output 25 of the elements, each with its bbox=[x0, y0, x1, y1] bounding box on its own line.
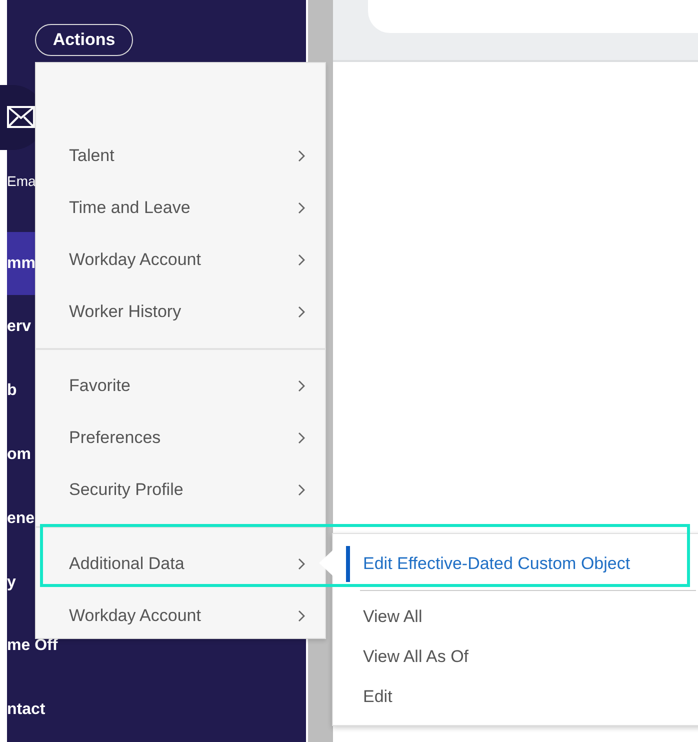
submenu-item[interactable]: View All bbox=[333, 597, 698, 637]
mail-icon[interactable] bbox=[7, 106, 35, 128]
menu-item[interactable]: Workday Account bbox=[36, 234, 325, 286]
menu-item[interactable]: Worker History bbox=[36, 286, 325, 338]
chevron-right-icon bbox=[298, 254, 305, 266]
chevron-right-icon bbox=[298, 306, 305, 318]
chevron-right-icon bbox=[298, 380, 305, 392]
menu-item[interactable]: Time and Leave bbox=[36, 182, 325, 234]
sidebar-label: Ema bbox=[7, 172, 36, 189]
chevron-right-icon bbox=[298, 150, 305, 162]
sidebar-item[interactable]: ntact bbox=[7, 678, 306, 742]
actions-button[interactable]: Actions bbox=[35, 24, 133, 56]
submenu-item[interactable]: View All As Of bbox=[333, 637, 698, 677]
submenu-item[interactable]: Edit Effective-Dated Custom Object bbox=[333, 542, 698, 586]
chevron-right-icon bbox=[298, 484, 305, 496]
chevron-right-icon bbox=[298, 610, 305, 622]
chevron-right-icon bbox=[298, 432, 305, 444]
menu-item[interactable]: Favorite bbox=[36, 360, 325, 412]
selection-bar bbox=[346, 546, 350, 582]
chevron-right-icon bbox=[298, 558, 305, 570]
menu-item[interactable]: Security Profile bbox=[36, 464, 325, 516]
menu-item[interactable]: Talent bbox=[36, 130, 325, 182]
menu-item[interactable]: Preferences bbox=[36, 412, 325, 464]
chevron-right-icon bbox=[298, 202, 305, 214]
submenu-item[interactable]: Edit bbox=[333, 677, 698, 717]
